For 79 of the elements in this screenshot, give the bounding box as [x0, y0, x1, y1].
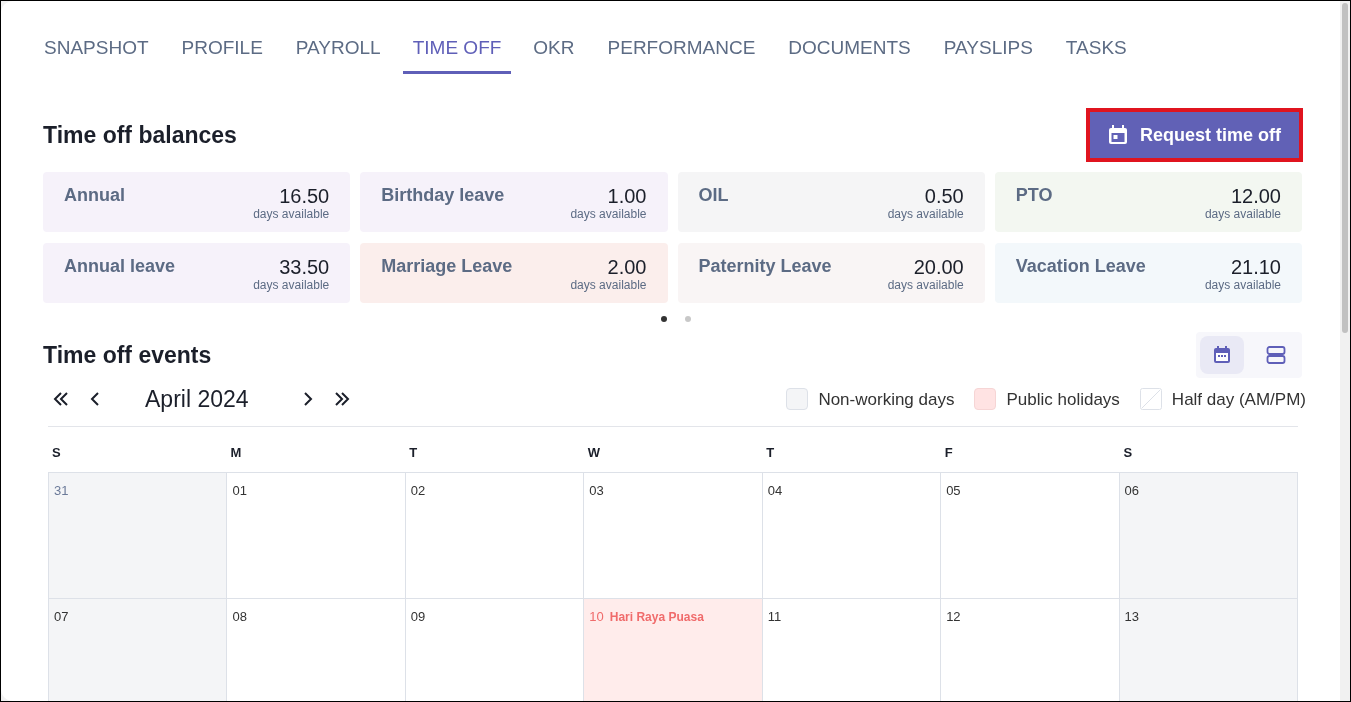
day-cell[interactable]: 04: [762, 472, 942, 599]
balance-value: 21.10: [1230, 255, 1281, 279]
leave-type: PTO: [1015, 184, 1053, 207]
balance-value: 0.50: [924, 184, 964, 208]
balance-unit: days available: [1204, 279, 1281, 292]
leave-type: Annual: [64, 184, 125, 207]
weekday-label: T: [765, 444, 776, 463]
balance-unit: days available: [570, 208, 647, 221]
day-number: 08: [232, 607, 247, 626]
section-title: Time off events: [43, 340, 212, 370]
non-working-swatch: [786, 388, 809, 411]
weekday-label: S: [51, 444, 62, 463]
day-number: 02: [410, 481, 426, 500]
weekday-label: T: [408, 444, 419, 463]
calendar-icon: [1108, 125, 1128, 145]
day-number: 11: [767, 607, 782, 626]
tab[interactable]: PERFORMANCE: [606, 34, 757, 74]
day-number: 03: [589, 481, 604, 500]
leave-type: Annual leave: [64, 255, 176, 278]
day-number: 07: [54, 607, 69, 626]
leave-type: Marriage Leave: [381, 255, 513, 278]
day-number: 01: [232, 481, 247, 500]
day-number: 04: [767, 481, 783, 500]
day-number: 12: [946, 607, 961, 626]
holiday-event: Hari Raya Puasa: [609, 608, 704, 626]
weekday-label: W: [586, 444, 601, 463]
balance-value: 16.50: [279, 184, 330, 208]
leave-type: Birthday leave: [381, 184, 505, 207]
scrollbar-thumb[interactable]: [1342, 3, 1348, 333]
balance-value: 12.00: [1230, 184, 1281, 208]
balance-unit: days available: [887, 208, 964, 221]
balance-unit: days available: [253, 208, 330, 221]
tab[interactable]: TIME OFF: [402, 34, 512, 74]
day-number: 05: [946, 481, 961, 500]
leave-type: OIL: [698, 184, 729, 207]
day-cell[interactable]: 05: [941, 472, 1120, 599]
day-number: 06: [1124, 481, 1140, 500]
day-cell[interactable]: 01: [227, 472, 406, 599]
day-number: 31: [54, 481, 69, 500]
tab[interactable]: PAYROLL: [294, 34, 382, 74]
tab[interactable]: TASKS: [1064, 34, 1128, 74]
day-number: 13: [1124, 607, 1140, 626]
balance-value: 33.50: [279, 255, 330, 279]
balance-unit: days available: [570, 279, 647, 292]
view-toggle[interactable]: [1200, 336, 1244, 374]
balance-value: 1.00: [607, 184, 647, 208]
calendar-icon: [1212, 345, 1232, 365]
section-title: Time off balances: [43, 120, 237, 150]
day-cell[interactable]: 31: [49, 472, 228, 599]
legend-label: Half day (AM/PM): [1171, 388, 1306, 411]
weekday-label: M: [229, 444, 243, 463]
day-number: 10: [589, 607, 604, 626]
day-cell[interactable]: 13: [1119, 598, 1298, 701]
weekday-label: S: [1122, 444, 1134, 463]
legend-label: Non-working days: [818, 388, 955, 411]
list-view-icon: [1266, 345, 1286, 365]
leave-type: Vacation Leave: [1015, 255, 1146, 278]
tab[interactable]: PROFILE: [180, 34, 264, 74]
balance-value: 2.00: [607, 255, 647, 279]
legend-label: Public holidays: [1006, 388, 1120, 411]
holiday-swatch: [974, 388, 997, 411]
tab[interactable]: DOCUMENTS: [787, 34, 912, 74]
leave-type: Paternity Leave: [698, 255, 832, 278]
tab[interactable]: OKR: [532, 34, 576, 74]
balance-unit: days available: [1204, 208, 1281, 221]
month-label: April 2024: [145, 385, 250, 414]
half-day-swatch: [1139, 388, 1162, 411]
tab[interactable]: PAYSLIPS: [942, 34, 1034, 74]
day-cell[interactable]: 06: [1119, 472, 1298, 599]
day-cell[interactable]: 02: [405, 472, 585, 599]
request-time-off-button[interactable]: Request time off: [1086, 108, 1303, 162]
tab[interactable]: SNAPSHOT: [43, 34, 150, 74]
balance-unit: days available: [887, 279, 964, 292]
day-cell[interactable]: 07: [49, 598, 228, 701]
weekday-label: F: [943, 444, 954, 463]
balance-value: 20.00: [913, 255, 964, 279]
day-number: 09: [410, 607, 426, 626]
balance-unit: days available: [253, 279, 330, 292]
day-cell[interactable]: 03: [584, 472, 763, 599]
